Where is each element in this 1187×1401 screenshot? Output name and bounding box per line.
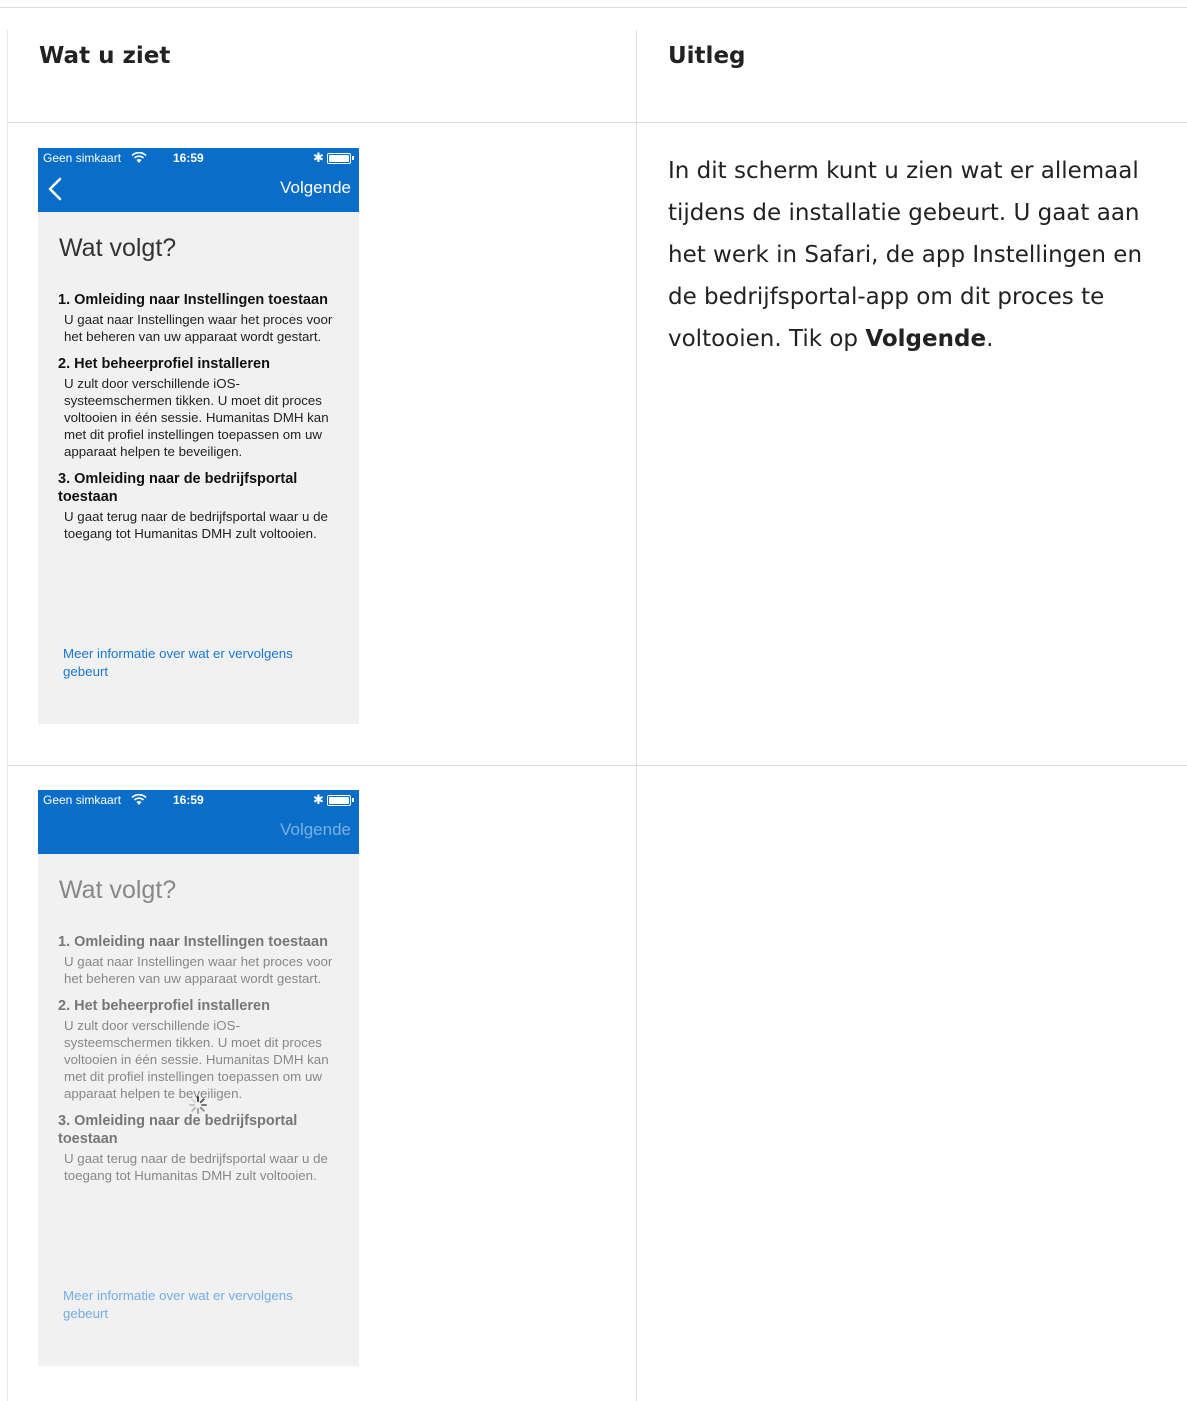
step-item: 3. Omleiding naar de bedrijfsportal toes…: [58, 470, 343, 542]
steps-list: 1. Omleiding naar Instellingen toestaan …: [58, 291, 343, 552]
status-bar: Geen simkaart 16:59 ✱: [38, 150, 359, 167]
step-heading: 3. Omleiding naar de bedrijfsportal toes…: [58, 471, 298, 505]
phone-screenshot-loading: Geen simkaart 16:59 ✱ Volgende Wat volgt…: [38, 790, 359, 1366]
step-body: U zult door verschillende iOS-systeemsch…: [64, 376, 329, 459]
battery-icon: [327, 795, 351, 806]
explanation-text-end: .: [986, 326, 994, 352]
step-heading: 1. Omleiding naar Instellingen toestaan: [58, 292, 328, 308]
step-body: U zult door verschillende iOS-systeemsch…: [64, 1018, 329, 1101]
step-body: U gaat terug naar de bedrijfsportal waar…: [64, 1151, 328, 1183]
column-divider: [636, 30, 637, 1401]
more-info-link: Meer informatie over wat er vervolgens g…: [63, 1288, 293, 1321]
battery-tip: [352, 156, 354, 160]
top-rule: [0, 7, 1187, 8]
step-heading: 3. Omleiding naar de bedrijfsportal toes…: [58, 1113, 298, 1147]
carrier-label: Geen simkaart: [43, 793, 122, 807]
battery-icon: [327, 153, 351, 164]
battery-tip: [352, 798, 354, 802]
back-chevron-icon[interactable]: [45, 173, 67, 205]
steps-list: 1. Omleiding naar Instellingen toestaan …: [58, 933, 343, 1194]
step-body: U gaat terug naar de bedrijfsportal waar…: [64, 509, 328, 541]
step-heading: 1. Omleiding naar Instellingen toestaan: [58, 934, 328, 950]
status-time: 16:59: [173, 793, 204, 807]
header-row-divider: [7, 122, 1187, 123]
step-heading: 2. Het beheerprofiel installeren: [58, 998, 270, 1014]
wifi-icon: [131, 794, 147, 805]
step-body: U gaat naar Instellingen waar het proces…: [64, 312, 333, 344]
column-header-explanation: Uitleg: [668, 43, 746, 69]
step-item: 1. Omleiding naar Instellingen toestaan …: [58, 291, 343, 345]
loading-spinner-icon: [189, 1096, 207, 1114]
step-item: 2. Het beheerprofiel installeren U zult …: [58, 355, 343, 460]
bluetooth-icon: ✱: [313, 792, 324, 807]
screen-title: Wat volgt?: [59, 234, 177, 262]
next-button[interactable]: Volgende: [280, 178, 351, 198]
step-body: U gaat naar Instellingen waar het proces…: [64, 954, 333, 986]
phone-screenshot-active: Geen simkaart 16:59 ✱ Volgende Wat volgt…: [38, 148, 359, 724]
explanation-bold-next: Volgende: [865, 326, 987, 352]
step-item: 1. Omleiding naar Instellingen toestaan …: [58, 933, 343, 987]
step-heading: 2. Het beheerprofiel installeren: [58, 356, 270, 372]
screen-title: Wat volgt?: [59, 876, 177, 904]
row-divider: [7, 765, 1187, 766]
column-header-what-you-see: Wat u ziet: [39, 43, 171, 69]
table-left-edge: [7, 30, 8, 1401]
explanation-text: In dit scherm kunt u zien wat er allemaa…: [668, 150, 1168, 360]
explanation-text-part: In dit scherm kunt u zien wat er allemaa…: [668, 158, 1143, 352]
status-bar: Geen simkaart 16:59 ✱: [38, 792, 359, 809]
more-info-link[interactable]: Meer informatie over wat er vervolgens g…: [63, 645, 303, 681]
carrier-label: Geen simkaart: [43, 151, 122, 165]
step-item: 2. Het beheerprofiel installeren U zult …: [58, 997, 343, 1102]
next-button-disabled: Volgende: [280, 820, 351, 839]
wifi-icon: [131, 152, 147, 163]
step-item: 3. Omleiding naar de bedrijfsportal toes…: [58, 1112, 343, 1184]
status-time: 16:59: [173, 151, 204, 165]
bluetooth-icon: ✱: [313, 150, 324, 165]
